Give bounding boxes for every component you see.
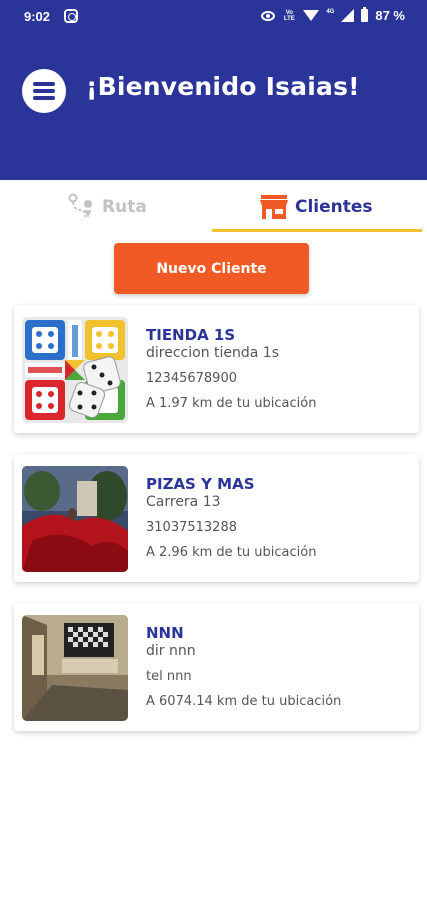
client-thumbnail [22, 615, 128, 721]
client-distance: A 6074.14 km de tu ubicación [146, 694, 342, 709]
client-name: NNN [146, 624, 184, 642]
status-icons: Vo LTE 4G 87 % [261, 7, 405, 23]
store-icon [260, 194, 288, 219]
network-4g-label: 4G [326, 8, 335, 15]
client-phone: tel nnn [146, 669, 192, 684]
instagram-notification-icon [64, 9, 78, 23]
client-name: TIENDA 1S [146, 326, 236, 344]
client-phone: 31037513288 [146, 520, 237, 535]
volte-label: Vo LTE [283, 9, 295, 22]
client-address: direccion tienda 1s [146, 345, 279, 361]
tab-clientes[interactable]: Clientes [259, 180, 373, 233]
menu-button[interactable] [22, 69, 66, 113]
page-title: ¡Bienvenido Isaias! [86, 72, 360, 101]
red-dress-photo [22, 466, 128, 572]
tab-bar: Ruta Clientes [0, 180, 427, 233]
battery-icon [361, 7, 369, 22]
status-time: 9:02 [24, 9, 51, 24]
ludo-board-image [22, 317, 128, 423]
route-icon [68, 193, 93, 218]
battery-level: 87 % [375, 8, 405, 23]
client-card[interactable]: TIENDA 1S direccion tienda 1s 1234567890… [14, 305, 419, 433]
tab-ruta[interactable]: Ruta [66, 180, 147, 233]
wifi-icon [303, 10, 320, 21]
tab-clientes-label: Clientes [295, 196, 373, 217]
client-thumbnail [22, 317, 128, 423]
client-address: Carrera 13 [146, 494, 221, 510]
room-interior-photo [22, 615, 128, 721]
menu-icon-bar [33, 96, 55, 100]
client-distance: A 1.97 km de tu ubicación [146, 396, 317, 411]
client-thumbnail [22, 466, 128, 572]
new-client-button[interactable]: Nuevo Cliente [114, 243, 309, 294]
client-distance: A 2.96 km de tu ubicación [146, 545, 317, 560]
menu-icon-bar [33, 82, 55, 86]
client-phone: 12345678900 [146, 371, 237, 386]
client-card[interactable]: NNN dir nnn tel nnn A 6074.14 km de tu u… [14, 603, 419, 731]
menu-icon-bar [33, 89, 55, 93]
client-name: PIZAS Y MAS [146, 475, 255, 493]
app-header: 9:02 Vo LTE 4G 87 % ¡Bienvenido Isaias! [0, 0, 427, 180]
client-card[interactable]: PIZAS Y MAS Carrera 13 31037513288 A 2.9… [14, 454, 419, 582]
status-bar: 9:02 Vo LTE 4G 87 % [0, 0, 427, 34]
signal-icon [341, 9, 355, 22]
active-tab-indicator [212, 229, 422, 232]
client-address: dir nnn [146, 643, 196, 659]
eye-icon [261, 10, 276, 21]
tab-ruta-label: Ruta [102, 196, 147, 217]
